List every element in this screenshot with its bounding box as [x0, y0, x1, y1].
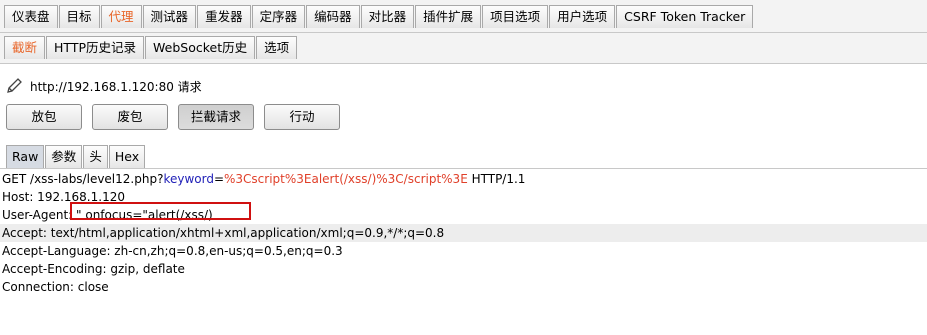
divider [0, 168, 927, 169]
tab-headers[interactable]: 头 [83, 145, 108, 168]
proxy-sub-tab-bar: 截断 HTTP历史记录 WebSocket历史 选项 [0, 33, 927, 64]
tab-comparer[interactable]: 对比器 [360, 5, 415, 28]
tab-proxy[interactable]: 代理 [100, 5, 142, 28]
intercept-button-row: 放包 废包 拦截请求 行动 [6, 104, 340, 130]
tab-hex[interactable]: Hex [108, 145, 146, 168]
connection-header: Connection: close [2, 280, 109, 294]
tab-websocket-history[interactable]: WebSocket历史 [145, 36, 256, 59]
tab-repeater[interactable]: 重发器 [197, 5, 251, 28]
tab-http-history[interactable]: HTTP历史记录 [46, 36, 145, 59]
main-tab-bar: 仪表盘 目标 代理 测试器 重发器 定序器 编码器 对比器 插件扩展 项目选项 … [0, 0, 927, 33]
intercept-toggle-button[interactable]: 拦截请求 [178, 104, 254, 130]
highlight-box [70, 202, 251, 220]
method-path: GET /xss-labs/level12.php? [2, 172, 164, 186]
drop-button[interactable]: 废包 [92, 104, 168, 130]
request-line: GET /xss-labs/level12.php?keyword=%3Cscr… [0, 170, 927, 188]
tab-dashboard[interactable]: 仪表盘 [4, 5, 58, 28]
request-editor[interactable]: GET /xss-labs/level12.php?keyword=%3Cscr… [0, 170, 927, 335]
tab-user-options[interactable]: 用户选项 [549, 5, 616, 28]
tab-params[interactable]: 参数 [45, 145, 83, 168]
tab-extender[interactable]: 插件扩展 [415, 5, 482, 28]
pencil-icon[interactable] [6, 76, 24, 97]
tab-target[interactable]: 目标 [58, 5, 100, 28]
param-equals: = [213, 172, 225, 186]
param-name: keyword [163, 172, 214, 186]
tab-csrf-token-tracker[interactable]: CSRF Token Tracker [616, 5, 754, 28]
forward-button[interactable]: 放包 [6, 104, 82, 130]
request-target-text: http://192.168.1.120:80 请求 [30, 79, 202, 94]
request-target-row: http://192.168.1.120:80 请求 [6, 76, 202, 96]
accept-encoding-header: Accept-Encoding: gzip, deflate [2, 262, 185, 276]
tab-decoder[interactable]: 编码器 [306, 5, 360, 28]
tab-intruder[interactable]: 测试器 [142, 5, 197, 28]
tab-raw[interactable]: Raw [6, 145, 45, 168]
accept-language-header: Accept-Language: zh-cn,zh;q=0.8,en-us;q=… [2, 244, 343, 258]
tab-project-options[interactable]: 项目选项 [482, 5, 549, 28]
protocol: HTTP/1.1 [467, 172, 526, 186]
tab-options[interactable]: 选项 [256, 36, 298, 59]
param-value: %3Cscript%3Ealert(/xss/)%3C/script%3E [224, 172, 468, 186]
action-button[interactable]: 行动 [264, 104, 340, 130]
message-view-tabs: Raw 参数 头 Hex [6, 142, 146, 168]
tab-intercept[interactable]: 截断 [4, 36, 46, 59]
accept-header: Accept: text/html,application/xhtml+xml,… [0, 224, 927, 242]
tab-sequencer[interactable]: 定序器 [251, 5, 306, 28]
